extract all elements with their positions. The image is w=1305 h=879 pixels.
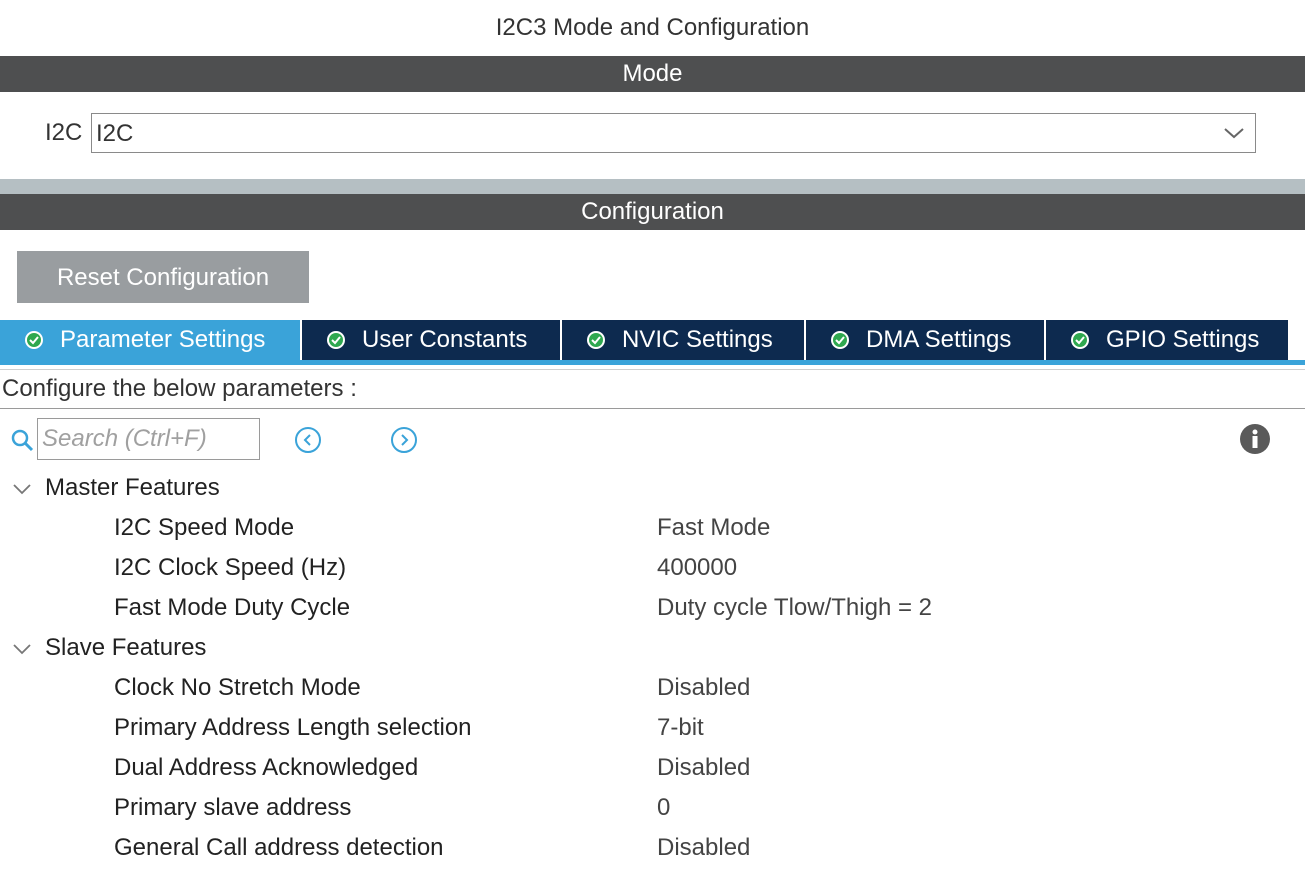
- param-value: 400000: [657, 554, 738, 581]
- check-circle-icon: [25, 331, 43, 349]
- param-value: 7-bit: [657, 714, 704, 741]
- tab-user-constants[interactable]: User Constants: [302, 320, 562, 360]
- param-row[interactable]: General Call address detection Disabled: [0, 828, 1305, 868]
- chevron-down-icon: [13, 644, 31, 655]
- param-name: Primary slave address: [114, 794, 352, 821]
- tab-label: Parameter Settings: [60, 326, 266, 353]
- chevron-down-icon: [13, 484, 31, 495]
- mode-field-label: I2C: [45, 119, 83, 146]
- tab-label: GPIO Settings: [1106, 326, 1260, 353]
- param-value: 0: [657, 794, 671, 821]
- check-circle-icon: [831, 331, 849, 349]
- window-title: I2C3 Mode and Configuration: [495, 14, 810, 41]
- section-separator: [0, 179, 1305, 194]
- param-name: Fast Mode Duty Cycle: [114, 594, 351, 621]
- tab-parameter-settings[interactable]: Parameter Settings: [0, 320, 300, 360]
- tab-label: DMA Settings: [866, 326, 1012, 353]
- search-input[interactable]: [37, 418, 260, 460]
- param-row[interactable]: Primary Address Length selection 7-bit: [0, 708, 1305, 748]
- info-icon[interactable]: [1239, 423, 1271, 455]
- param-name: I2C Speed Mode: [114, 514, 295, 541]
- param-row[interactable]: Dual Address Acknowledged Disabled: [0, 748, 1305, 788]
- param-value: Disabled: [657, 834, 751, 861]
- chevron-down-icon: [1224, 128, 1244, 139]
- previous-result-icon[interactable]: [294, 426, 322, 454]
- param-name: Clock No Stretch Mode: [114, 674, 361, 701]
- i2c-mode-select-value: I2C: [96, 120, 134, 147]
- tab-label: User Constants: [362, 326, 528, 353]
- tabs-underline: [0, 360, 1305, 365]
- tab-nvic-settings[interactable]: NVIC Settings: [562, 320, 806, 360]
- info-bar: Configure the below parameters :: [0, 369, 1305, 409]
- tab-dma-settings[interactable]: DMA Settings: [806, 320, 1046, 360]
- param-row[interactable]: Fast Mode Duty Cycle Duty cycle Tlow/Thi…: [0, 588, 1305, 628]
- i2c-mode-select[interactable]: I2C: [91, 113, 1256, 153]
- param-name: I2C Clock Speed (Hz): [114, 554, 347, 581]
- param-value: Disabled: [657, 754, 751, 781]
- param-value: Duty cycle Tlow/Thigh = 2: [657, 594, 933, 621]
- tab-gpio-settings[interactable]: GPIO Settings: [1046, 320, 1290, 360]
- group-label: Slave Features: [45, 634, 207, 661]
- param-name: Primary Address Length selection: [114, 714, 472, 741]
- group-label: Master Features: [45, 474, 220, 501]
- config-tabs: Parameter Settings User Constants NVIC S…: [0, 320, 1305, 362]
- param-row[interactable]: Primary slave address 0: [0, 788, 1305, 828]
- group-master-features[interactable]: Master Features: [0, 468, 600, 508]
- check-circle-icon: [1071, 331, 1089, 349]
- next-result-icon[interactable]: [390, 426, 418, 454]
- group-slave-features[interactable]: Slave Features: [0, 628, 600, 668]
- param-row[interactable]: Clock No Stretch Mode Disabled: [0, 668, 1305, 708]
- tab-label: NVIC Settings: [622, 326, 773, 353]
- param-name: General Call address detection: [114, 834, 444, 861]
- check-circle-icon: [327, 331, 345, 349]
- mode-section-header: Mode: [0, 56, 1305, 92]
- param-name: Dual Address Acknowledged: [114, 754, 419, 781]
- reset-configuration-button[interactable]: Reset Configuration: [17, 251, 309, 303]
- i2c3-config-panel: I2C3 Mode and Configuration Mode I2C I2C…: [0, 0, 1305, 879]
- param-value: Disabled: [657, 674, 751, 701]
- param-value: Fast Mode: [657, 514, 771, 541]
- param-row[interactable]: I2C Speed Mode Fast Mode: [0, 508, 1305, 548]
- search-icon: [11, 429, 34, 452]
- check-circle-icon: [587, 331, 605, 349]
- configuration-section-header: Configuration: [0, 194, 1305, 230]
- param-row[interactable]: I2C Clock Speed (Hz) 400000: [0, 548, 1305, 588]
